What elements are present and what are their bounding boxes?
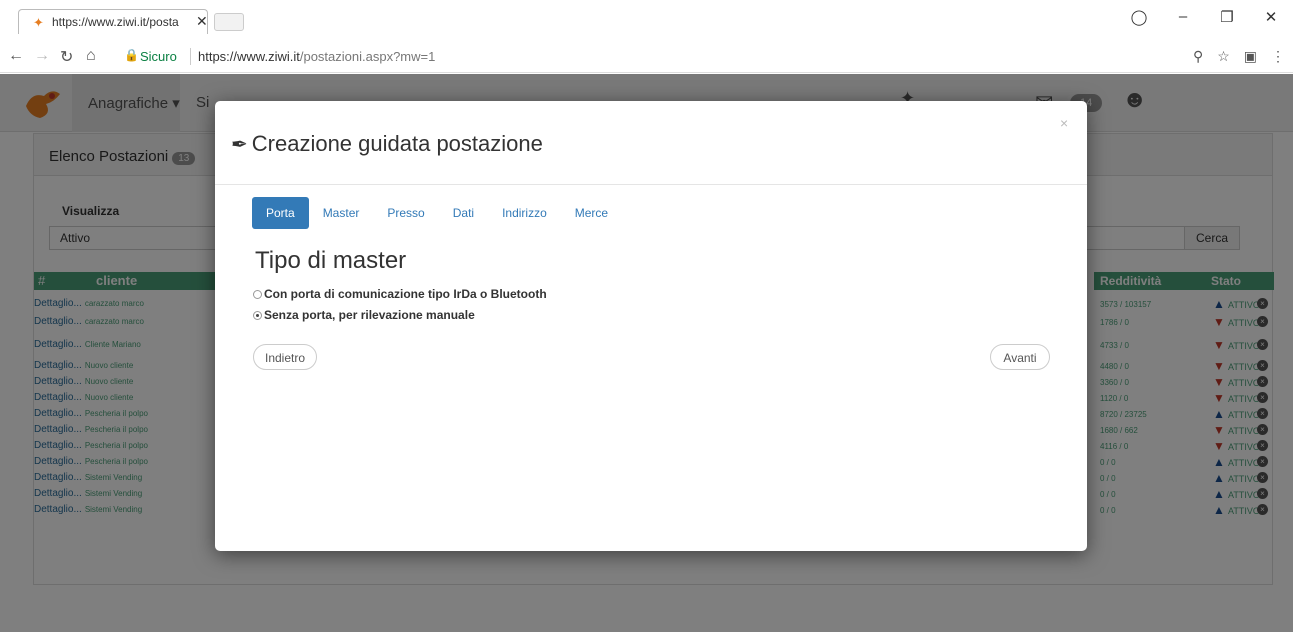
next-button[interactable]: Avanti <box>990 344 1050 370</box>
section-title: Tipo di master <box>255 247 407 274</box>
radio-label: Senza porta, per rilevazione manuale <box>264 308 475 322</box>
tab-master[interactable]: Master <box>309 197 374 229</box>
page: Anagrafiche ▾ Si ✦ 14 ✉ ☻ Elenco Postazi… <box>0 74 1293 632</box>
modal-title: ✒ Creazione guidata postazione <box>231 131 543 157</box>
navigation-bar: ← → ↻ ⌂ 🔒 Sicuro https://www.ziwi.it/pos… <box>0 42 1293 73</box>
back-icon[interactable]: ← <box>8 47 24 65</box>
favicon-icon: ✦ <box>33 15 44 30</box>
minimize-icon[interactable]: – <box>1161 8 1205 32</box>
magic-wand-icon: ✒ <box>231 134 248 156</box>
url-path: /postazioni.aspx?mw=1 <box>299 49 436 64</box>
radio-button[interactable] <box>253 290 262 299</box>
secure-label: Sicuro <box>140 49 177 64</box>
tab-close-icon[interactable]: ✕ <box>196 13 208 30</box>
window-controls: ◯ – ❐ ✕ <box>1117 8 1293 32</box>
browser-tab[interactable]: ✦ https://www.ziwi.it/posta ✕ <box>18 9 208 34</box>
browser-window: ✦ https://www.ziwi.it/posta ✕ ◯ – ❐ ✕ ← … <box>0 0 1293 632</box>
modal-title-text: Creazione guidata postazione <box>251 131 543 156</box>
home-icon[interactable]: ⌂ <box>86 47 96 65</box>
lock-icon: 🔒 <box>124 48 139 62</box>
radio-option-porta[interactable]: Con porta di comunicazione tipo IrDa o B… <box>253 287 547 301</box>
profile-icon[interactable]: ◯ <box>1117 8 1161 32</box>
tab-presso[interactable]: Presso <box>373 197 438 229</box>
restore-icon[interactable]: ❐ <box>1205 8 1249 32</box>
star-icon[interactable]: ☆ <box>1217 48 1230 65</box>
close-window-icon[interactable]: ✕ <box>1249 8 1293 32</box>
modal-close-button[interactable]: × <box>1060 115 1068 131</box>
wizard-tabs: Porta Master Presso Dati Indirizzo Merce <box>252 197 622 229</box>
zoom-icon[interactable]: ⚲ <box>1193 48 1203 65</box>
url-text: https://www.ziwi.it/postazioni.aspx?mw=1 <box>198 49 435 64</box>
radio-option-manuale[interactable]: Senza porta, per rilevazione manuale <box>253 308 475 322</box>
divider <box>190 48 191 65</box>
tab-indirizzo[interactable]: Indirizzo <box>488 197 561 229</box>
toolbar-right: ⚲ ☆ ▣ ⋮ <box>1193 48 1285 65</box>
menu-icon[interactable]: ⋮ <box>1271 48 1285 65</box>
forward-icon[interactable]: → <box>34 47 50 65</box>
new-tab-button[interactable] <box>214 13 244 31</box>
tab-bar: ✦ https://www.ziwi.it/posta ✕ ◯ – ❐ ✕ <box>0 0 1293 42</box>
tab-title: https://www.ziwi.it/posta <box>52 15 179 29</box>
modal-header: ✒ Creazione guidata postazione × <box>215 101 1087 185</box>
tab-merce[interactable]: Merce <box>561 197 622 229</box>
back-button[interactable]: Indietro <box>253 344 317 370</box>
address-bar[interactable]: 🔒 Sicuro https://www.ziwi.it/postazioni.… <box>118 45 1218 69</box>
wizard-modal: ✒ Creazione guidata postazione × Porta Ma… <box>215 101 1087 551</box>
url-host: https://www.ziwi.it <box>198 49 300 64</box>
reload-icon[interactable]: ↻ <box>60 47 73 67</box>
cast-icon[interactable]: ▣ <box>1244 48 1257 65</box>
tab-porta[interactable]: Porta <box>252 197 309 229</box>
radio-label: Con porta di comunicazione tipo IrDa o B… <box>264 287 547 301</box>
tab-dati[interactable]: Dati <box>439 197 488 229</box>
radio-button-selected[interactable] <box>253 311 262 320</box>
